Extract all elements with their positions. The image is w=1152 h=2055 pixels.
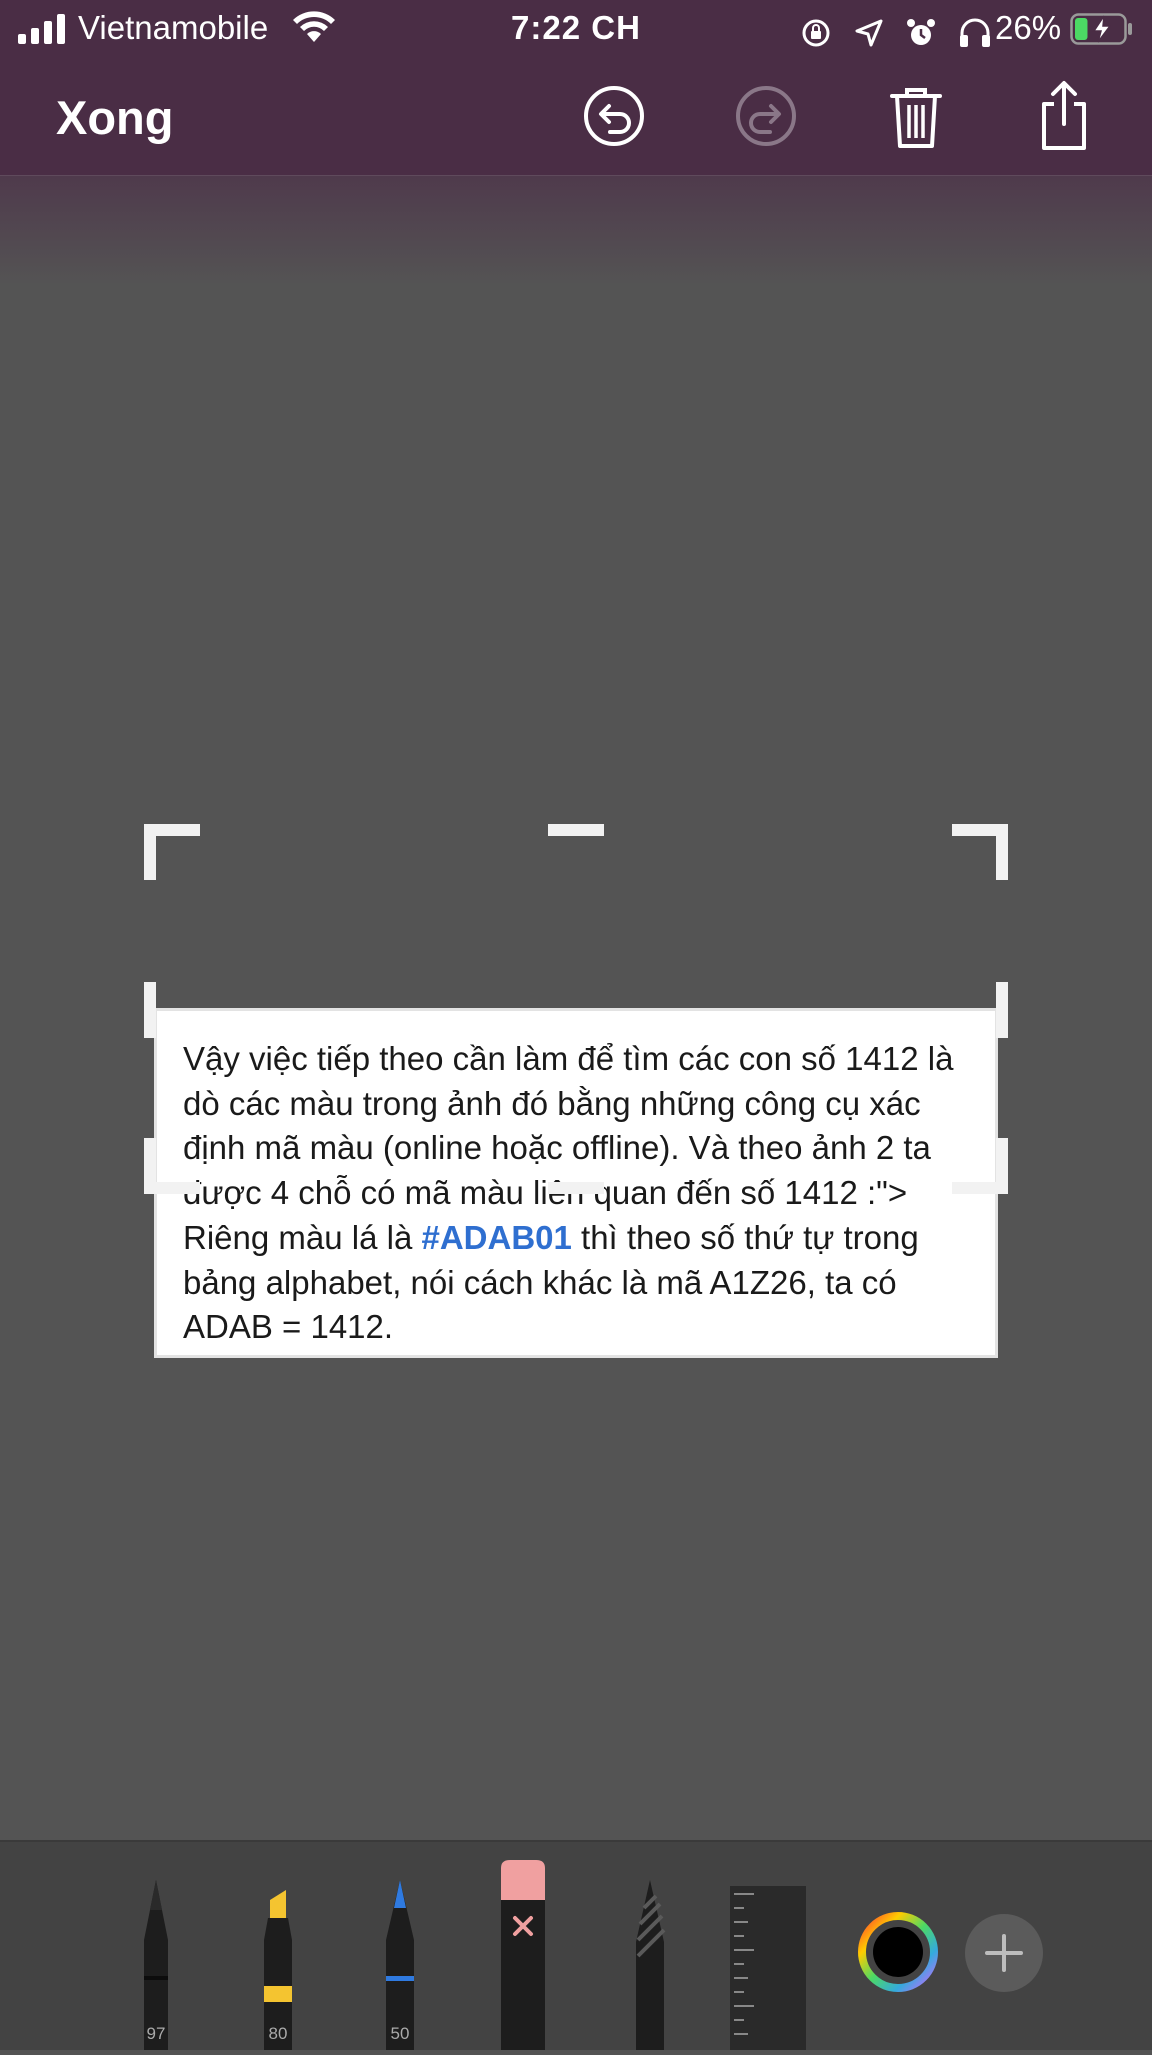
pencil-width-label: 50 bbox=[390, 2024, 410, 2043]
redo-icon[interactable] bbox=[728, 78, 804, 154]
ruler-icon bbox=[730, 1886, 806, 2050]
plus-icon bbox=[985, 1934, 1023, 1972]
eraser-tool[interactable] bbox=[498, 1860, 548, 2050]
headphones-icon bbox=[960, 18, 990, 48]
add-button[interactable] bbox=[965, 1914, 1043, 1992]
location-icon bbox=[855, 19, 883, 47]
ruler-tool[interactable] bbox=[730, 1886, 806, 2050]
top-bar: Vietnamobile 7:22 CH 26% Xong bbox=[0, 0, 1152, 176]
lasso-tool[interactable] bbox=[622, 1880, 678, 2050]
highlighted-color-code: #ADAB01 bbox=[421, 1218, 572, 1256]
orientation-lock-icon bbox=[802, 19, 830, 47]
trash-icon[interactable] bbox=[878, 78, 954, 154]
crop-handle-top[interactable] bbox=[548, 824, 604, 836]
crop-handle-left[interactable] bbox=[144, 982, 156, 1038]
battery-percent: 26% bbox=[995, 9, 1062, 46]
pencil-tool[interactable]: 50 bbox=[372, 1880, 428, 2050]
share-icon[interactable] bbox=[1026, 78, 1102, 154]
lasso-icon bbox=[636, 1880, 666, 2050]
alarm-icon bbox=[906, 19, 935, 46]
crop-handle-bottom-left[interactable] bbox=[144, 1182, 200, 1194]
done-button[interactable]: Xong bbox=[56, 90, 173, 145]
crop-handle-top-left[interactable] bbox=[144, 824, 156, 880]
crop-handle-bottom-right[interactable] bbox=[952, 1182, 1008, 1194]
marker-tool[interactable]: 80 bbox=[250, 1890, 306, 2050]
crop-handle-right[interactable] bbox=[996, 982, 1008, 1038]
markup-canvas[interactable]: Vậy việc tiếp theo cần làm để tìm các co… bbox=[0, 176, 1152, 1840]
eraser-icon bbox=[501, 1860, 545, 2050]
crop-handle-top-right[interactable] bbox=[996, 824, 1008, 880]
crop-handle-bottom[interactable] bbox=[548, 1182, 604, 1194]
pen-tool[interactable]: 97 bbox=[128, 1880, 184, 2050]
pen-width-label: 97 bbox=[146, 2024, 166, 2043]
markup-toolbar: Xong bbox=[0, 60, 1152, 175]
tool-palette: 97 80 50 bbox=[0, 1840, 1152, 2050]
status-icons bbox=[788, 12, 992, 48]
marker-width-label: 80 bbox=[268, 2024, 288, 2043]
status-bar: Vietnamobile 7:22 CH 26% bbox=[0, 0, 1152, 60]
battery-charging-icon bbox=[1070, 13, 1132, 45]
undo-icon[interactable] bbox=[576, 78, 652, 154]
color-picker-button[interactable] bbox=[858, 1912, 938, 1992]
